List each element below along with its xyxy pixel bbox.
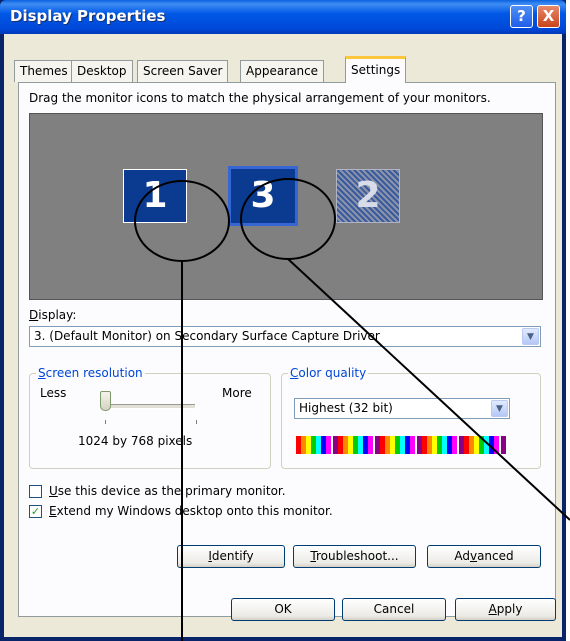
extend-desktop-checkbox[interactable]: ✓: [29, 505, 42, 518]
window-title: Display Properties: [10, 7, 166, 25]
help-icon[interactable]: ?: [510, 5, 533, 28]
display-select[interactable]: 3. (Default Monitor) on Secondary Surfac…: [29, 326, 541, 347]
primary-monitor-checkbox[interactable]: [29, 485, 42, 498]
primary-monitor-label[interactable]: Use this device as the primary monitor.: [49, 484, 286, 498]
monitor-3-icon[interactable]: 3: [228, 166, 298, 226]
display-label: Display:: [29, 308, 77, 322]
tab-screen-saver[interactable]: Screen Saver: [137, 60, 229, 82]
tab-appearance[interactable]: Appearance: [240, 60, 325, 82]
tab-settings[interactable]: Settings: [345, 56, 407, 83]
resolution-value: 1024 by 768 pixels: [78, 434, 193, 448]
advanced-button[interactable]: Advanced: [427, 545, 541, 568]
chevron-down-icon[interactable]: ▼: [522, 328, 539, 345]
identify-button[interactable]: Identify: [177, 545, 285, 568]
monitor-2-icon[interactable]: 2: [336, 169, 400, 223]
color-quality-title: Color quality: [288, 366, 369, 380]
resolution-slider-track[interactable]: [105, 404, 195, 409]
color-quality-value: Highest (32 bit): [299, 401, 393, 415]
title-bar[interactable]: Display Properties ? X: [0, 0, 566, 34]
more-label: More: [222, 386, 252, 400]
ok-button[interactable]: OK: [231, 598, 335, 621]
resolution-slider-thumb[interactable]: [100, 391, 111, 411]
display-select-value: 3. (Default Monitor) on Secondary Surfac…: [34, 329, 380, 343]
cancel-button[interactable]: Cancel: [342, 598, 446, 621]
less-label: Less: [40, 386, 67, 400]
color-quality-group: Color quality Highest (32 bit) ▼: [281, 366, 541, 469]
color-quality-select[interactable]: Highest (32 bit) ▼: [294, 398, 510, 419]
settings-panel: Drag the monitor icons to match the phys…: [18, 82, 556, 617]
instruction-text: Drag the monitor icons to match the phys…: [29, 91, 491, 105]
troubleshoot-button[interactable]: Troubleshoot...: [293, 545, 416, 568]
close-icon[interactable]: X: [537, 5, 560, 28]
extend-desktop-label[interactable]: Extend my Windows desktop onto this moni…: [49, 504, 333, 518]
color-spectrum-bar: [296, 436, 506, 454]
monitor-arrangement-area[interactable]: 1 3 2: [29, 113, 543, 300]
screen-resolution-title: Screen resolution: [36, 366, 145, 380]
slider-tick: [105, 420, 106, 424]
display-properties-window: Display Properties ? X Themes Desktop Sc…: [0, 0, 566, 641]
apply-button[interactable]: Apply: [455, 598, 556, 621]
monitor-1-icon[interactable]: 1: [123, 169, 187, 223]
tab-desktop[interactable]: Desktop: [71, 60, 133, 82]
screen-resolution-group: Screen resolution Less More 1024 by 768 …: [29, 366, 271, 469]
chevron-down-icon[interactable]: ▼: [491, 400, 508, 417]
slider-tick: [196, 420, 197, 424]
dialog-client-area: Themes Desktop Screen Saver Appearance S…: [4, 34, 562, 637]
tab-themes[interactable]: Themes: [14, 60, 74, 82]
